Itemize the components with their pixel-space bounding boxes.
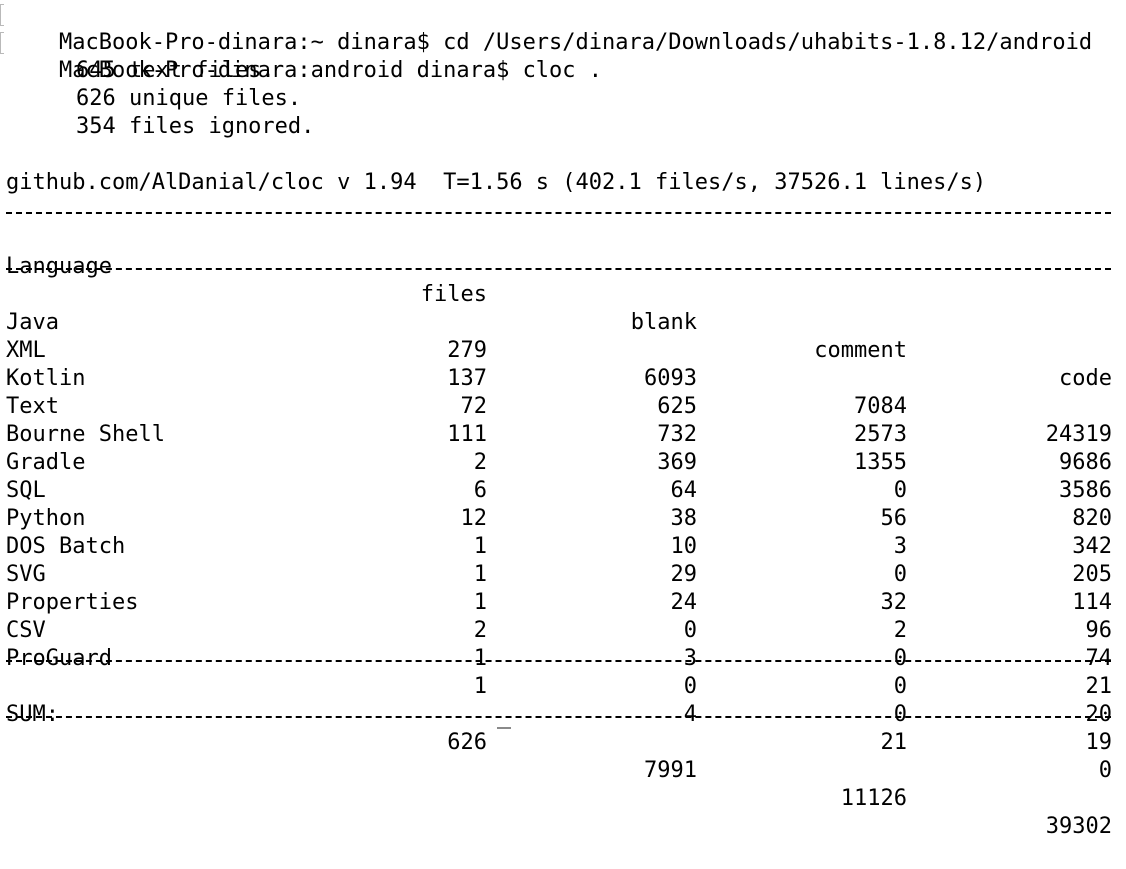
command-line: MacBook-Pro-dinara:android dinara$ cloc … — [0, 29, 1126, 83]
table-row: Kotlin 72 732 1355 3586 — [6, 337, 1112, 503]
command-line: MacBook-Pro-dinara:~ dinara$ cd /Users/d… — [0, 1, 1126, 55]
summary-files-ignored: 354 files ignored. — [76, 114, 315, 139]
summary-text-files: 645 text files. — [76, 58, 275, 83]
table-divider — [6, 701, 1111, 729]
text-cursor-icon — [497, 727, 511, 729]
table-row: Gradle 6 38 3 205 — [6, 421, 1112, 587]
table-row: Bourne Shell 2 64 56 342 — [6, 393, 1112, 559]
cell-code: 0 — [1098, 758, 1112, 783]
table-row: CSV 1 0 0 19 — [6, 589, 1112, 755]
table-row: XML 137 625 2573 9686 — [6, 309, 1112, 475]
table-row: Python 1 29 32 96 — [6, 477, 1112, 643]
table-header-row: Language files blank comment code — [6, 225, 1112, 391]
table-row: ProGuard 1 4 21 0 — [6, 617, 1112, 783]
summary-unique-files: 626 unique files. — [76, 86, 302, 111]
table-divider — [6, 197, 1111, 225]
table-row: SVG 1 0 0 21 — [6, 533, 1112, 699]
sum-code: 39302 — [1045, 814, 1112, 839]
table-row: Properties 2 3 0 20 — [6, 561, 1112, 727]
cell-comment: 21 — [880, 730, 908, 755]
cell-code: 19 — [1085, 730, 1113, 755]
sum-files: 626 — [447, 730, 487, 755]
table-row: Text 111 369 0 820 — [6, 365, 1112, 531]
prompt-marker-icon — [0, 4, 4, 26]
terminal-window[interactable]: MacBook-Pro-dinara:~ dinara$ cd /Users/d… — [0, 0, 1126, 839]
sum-comment: 11126 — [840, 786, 907, 811]
table-body: Java 279 6093 7084 24319 XML 137 625 257… — [6, 281, 1126, 783]
sum-blank: 7991 — [644, 758, 697, 783]
table-divider — [6, 645, 1111, 673]
prompt-marker-icon — [0, 32, 4, 54]
table-row: SQL 12 10 0 114 — [6, 449, 1112, 615]
table-divider — [6, 253, 1111, 281]
table-row: DOS Batch 1 24 2 74 — [6, 505, 1112, 671]
table-sum-row: SUM: 626 7991 11126 39302 — [6, 673, 1112, 839]
cloc-header-line: github.com/AlDanial/cloc v 1.94 T=1.56 s… — [6, 170, 987, 195]
table-row: Java 279 6093 7084 24319 — [6, 281, 1112, 447]
